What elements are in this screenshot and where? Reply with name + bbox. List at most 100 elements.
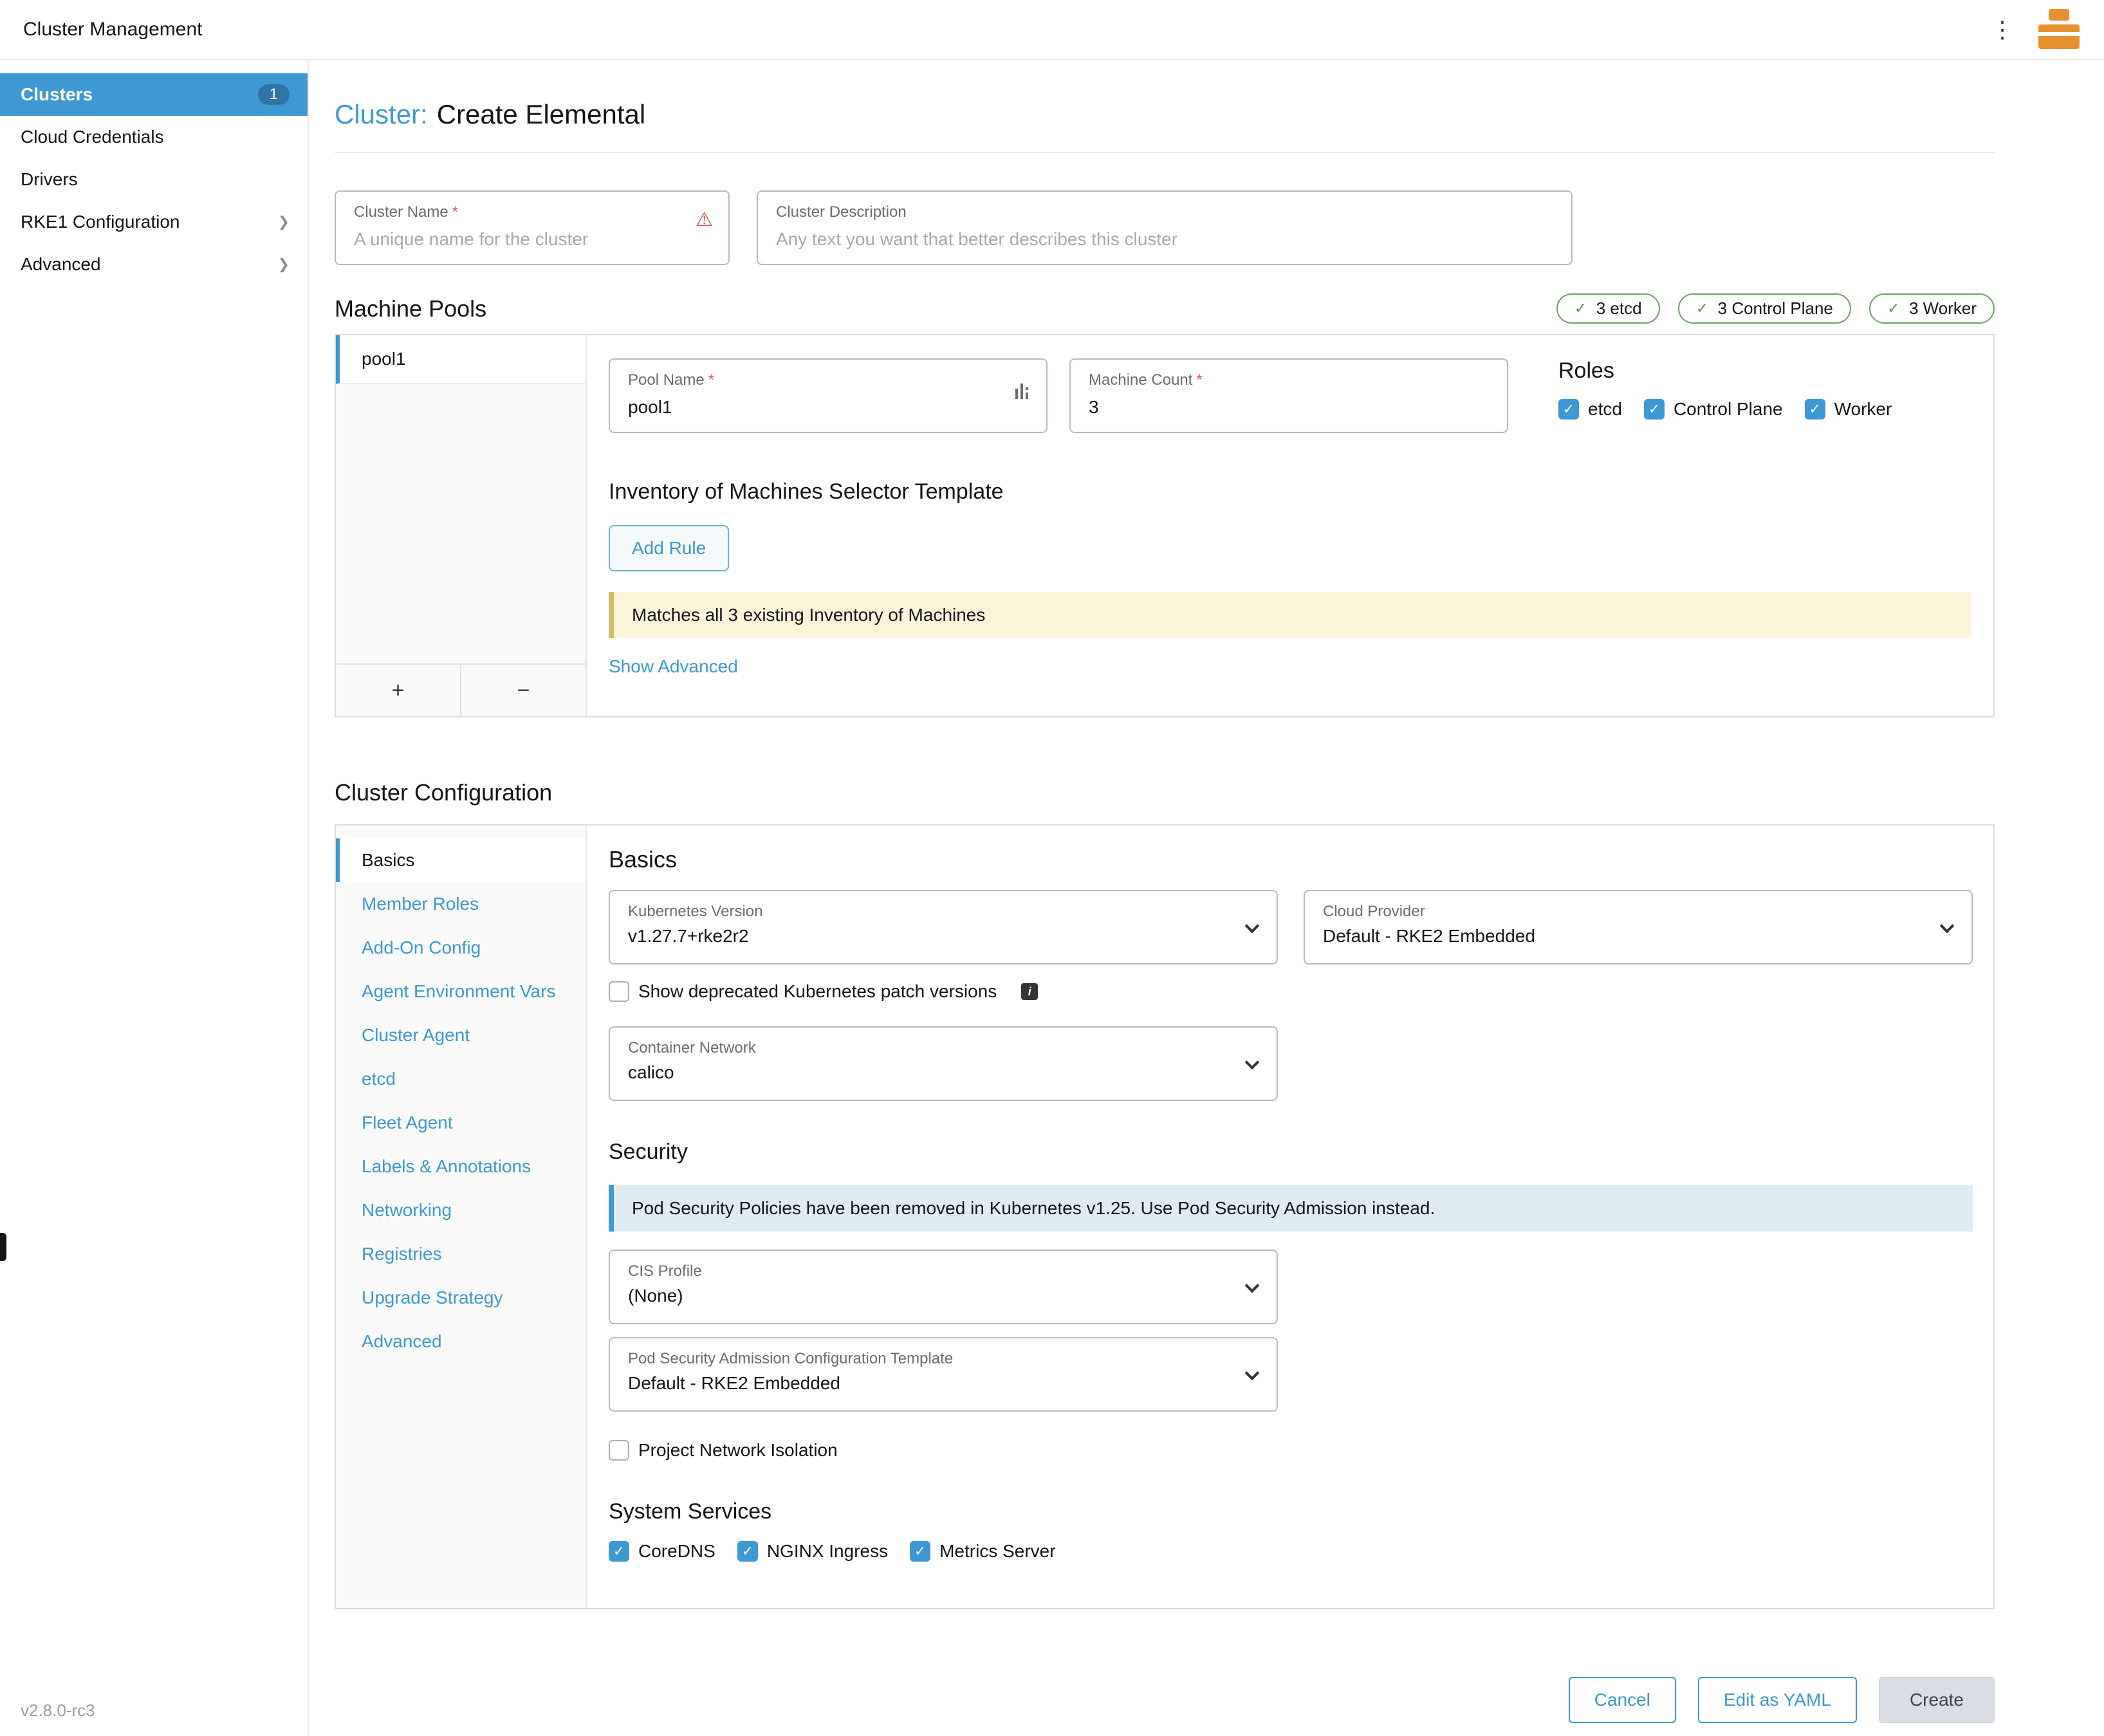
- pool-list: pool1 + −: [336, 335, 587, 716]
- cloud-provider-label: Cloud Provider: [1323, 903, 1953, 921]
- tab-labels-annotations[interactable]: Labels & Annotations: [336, 1145, 586, 1188]
- divider: [335, 152, 1995, 153]
- cluster-name-input[interactable]: [354, 229, 710, 250]
- system-services-checkboxes: ✓ CoreDNS ✓ NGINX Ingress ✓ Metrics Serv…: [609, 1541, 1973, 1562]
- check-icon: ✓: [1696, 299, 1709, 318]
- machine-count-label: Machine Count*: [1089, 371, 1489, 389]
- container-network-select[interactable]: Container Network calico: [609, 1026, 1278, 1101]
- cloud-provider-select[interactable]: Cloud Provider Default - RKE2 Embedded: [1304, 890, 1973, 965]
- tab-basics[interactable]: Basics: [336, 838, 586, 882]
- cluster-meta-fields: Cluster Name* ⚠ Cluster Description: [335, 190, 1995, 265]
- sidebar-item-drivers[interactable]: Drivers: [0, 158, 308, 201]
- basics-heading: Basics: [609, 846, 1973, 873]
- version-label: v2.8.0-rc3: [21, 1701, 95, 1721]
- machine-count-field[interactable]: Machine Count*: [1069, 358, 1508, 433]
- service-checkbox-coredns[interactable]: ✓ CoreDNS: [609, 1541, 715, 1562]
- check-icon: ✓: [1574, 299, 1587, 318]
- tab-cluster-agent[interactable]: Cluster Agent: [336, 1013, 586, 1057]
- cancel-button[interactable]: Cancel: [1569, 1677, 1676, 1723]
- show-advanced-link[interactable]: Show Advanced: [609, 656, 738, 677]
- page-title-prefix: Cluster:: [335, 99, 428, 129]
- cis-profile-label: CIS Profile: [628, 1262, 1259, 1280]
- checkbox-checked-icon: ✓: [1558, 399, 1579, 420]
- top-header: Cluster Management ⋮: [0, 0, 2104, 60]
- cluster-name-field[interactable]: Cluster Name* ⚠: [335, 190, 730, 265]
- main-content: Cluster: Create Elemental Cluster Name* ⚠…: [309, 60, 2104, 1736]
- info-banner-text: Pod Security Policies have been removed …: [632, 1198, 1435, 1218]
- pool-list-actions: + −: [336, 663, 586, 716]
- deprecated-versions-row: Show deprecated Kubernetes patch version…: [609, 981, 1973, 1002]
- cluster-description-input[interactable]: [776, 229, 1553, 250]
- chevron-right-icon: ❯: [278, 214, 290, 230]
- cloud-provider-value: Default - RKE2 Embedded: [1323, 926, 1953, 946]
- kebab-menu-icon[interactable]: ⋮: [1991, 18, 2014, 41]
- tab-upgrade-strategy[interactable]: Upgrade Strategy: [336, 1276, 586, 1320]
- kubernetes-version-select[interactable]: Kubernetes Version v1.27.7+rke2r2: [609, 890, 1278, 965]
- rancher-logo-icon[interactable]: [2035, 5, 2083, 54]
- pool-name-label: Pool Name*: [628, 371, 1028, 389]
- checkbox-checked-icon: ✓: [910, 1541, 930, 1562]
- checkbox-unchecked-icon: [609, 981, 629, 1002]
- tab-etcd[interactable]: etcd: [336, 1057, 586, 1101]
- app-shell: Clusters 1 Cloud Credentials Drivers RKE…: [0, 60, 2104, 1736]
- system-services-heading: System Services: [609, 1499, 1973, 1524]
- checkbox-checked-icon: ✓: [1644, 399, 1665, 420]
- sidebar-item-advanced[interactable]: Advanced ❯: [0, 243, 308, 286]
- page-title: Cluster: Create Elemental: [335, 99, 1995, 130]
- role-checkbox-worker[interactable]: ✓ Worker: [1805, 399, 1892, 420]
- checkbox-checked-icon: ✓: [737, 1541, 758, 1562]
- service-checkbox-metrics-server[interactable]: ✓ Metrics Server: [910, 1541, 1055, 1562]
- tab-networking[interactable]: Networking: [336, 1188, 586, 1232]
- psa-template-select[interactable]: Pod Security Admission Configuration Tem…: [609, 1337, 1278, 1412]
- tab-member-roles[interactable]: Member Roles: [336, 882, 586, 926]
- service-checkbox-nginx-ingress[interactable]: ✓ NGINX Ingress: [737, 1541, 888, 1562]
- pool-name-field[interactable]: Pool Name*: [609, 358, 1047, 433]
- tab-fleet-agent[interactable]: Fleet Agent: [336, 1101, 586, 1145]
- container-network-label: Container Network: [628, 1039, 1259, 1057]
- tab-advanced[interactable]: Advanced: [336, 1320, 586, 1363]
- machine-pools-heading: Machine Pools: [335, 295, 486, 322]
- pool-tab-pool1[interactable]: pool1: [336, 335, 586, 384]
- sidebar-item-cloud-credentials[interactable]: Cloud Credentials: [0, 116, 308, 158]
- sidebar-item-label: RKE1 Configuration: [21, 212, 180, 232]
- sidebar-item-rke1-configuration[interactable]: RKE1 Configuration ❯: [0, 201, 308, 243]
- sidebar-item-label: Cloud Credentials: [21, 127, 164, 147]
- warning-icon: ⚠: [696, 208, 713, 231]
- pool-fields-row: Pool Name* Machine Count*: [609, 358, 1971, 433]
- add-rule-button[interactable]: Add Rule: [609, 525, 729, 571]
- cluster-name-label: Cluster Name*: [354, 203, 710, 221]
- pool-name-input[interactable]: [628, 397, 1028, 418]
- remove-pool-button[interactable]: −: [460, 665, 586, 716]
- create-button[interactable]: Create: [1879, 1677, 1995, 1723]
- header-actions: ⋮: [1991, 5, 2083, 54]
- etcd-count-badge: ✓ 3 etcd: [1556, 293, 1660, 324]
- add-pool-button[interactable]: +: [336, 665, 460, 716]
- warning-banner-text: Matches all 3 existing Inventory of Mach…: [632, 605, 985, 625]
- cluster-description-field[interactable]: Cluster Description: [757, 190, 1573, 265]
- edit-yaml-button[interactable]: Edit as YAML: [1698, 1677, 1857, 1723]
- machine-count-input[interactable]: [1089, 397, 1489, 418]
- role-checkbox-etcd[interactable]: ✓ etcd: [1558, 399, 1622, 420]
- checkbox-checked-icon: ✓: [1805, 399, 1825, 420]
- pool-name-bars-icon[interactable]: [1014, 382, 1032, 405]
- logo-shape-top: [2049, 9, 2069, 21]
- tab-registries[interactable]: Registries: [336, 1232, 586, 1276]
- info-icon[interactable]: i: [1021, 983, 1038, 1000]
- role-checkbox-control-plane[interactable]: ✓ Control Plane: [1644, 399, 1783, 420]
- cis-profile-select[interactable]: CIS Profile (None): [609, 1250, 1278, 1324]
- tab-agent-environment-vars[interactable]: Agent Environment Vars: [336, 970, 586, 1013]
- info-banner: Pod Security Policies have been removed …: [609, 1185, 1973, 1232]
- pool-tab-label: pool1: [362, 349, 406, 369]
- control-plane-count-badge: ✓ 3 Control Plane: [1678, 293, 1851, 324]
- project-network-isolation-checkbox[interactable]: Project Network Isolation: [609, 1440, 838, 1461]
- role-count-badges: ✓ 3 etcd ✓ 3 Control Plane ✓ 3 Worker: [1556, 293, 1995, 324]
- sidebar-item-clusters[interactable]: Clusters 1: [0, 73, 308, 116]
- container-network-value: calico: [628, 1062, 1259, 1083]
- required-mark: *: [708, 371, 714, 389]
- tab-add-on-config[interactable]: Add-On Config: [336, 926, 586, 970]
- deprecated-versions-checkbox[interactable]: Show deprecated Kubernetes patch version…: [609, 981, 997, 1002]
- logo-shape-body: [2038, 24, 2080, 49]
- page-title-rest: Create Elemental: [437, 99, 646, 129]
- action-bar: Cancel Edit as YAML Create: [309, 1664, 2104, 1736]
- warning-banner: Matches all 3 existing Inventory of Mach…: [609, 592, 1971, 638]
